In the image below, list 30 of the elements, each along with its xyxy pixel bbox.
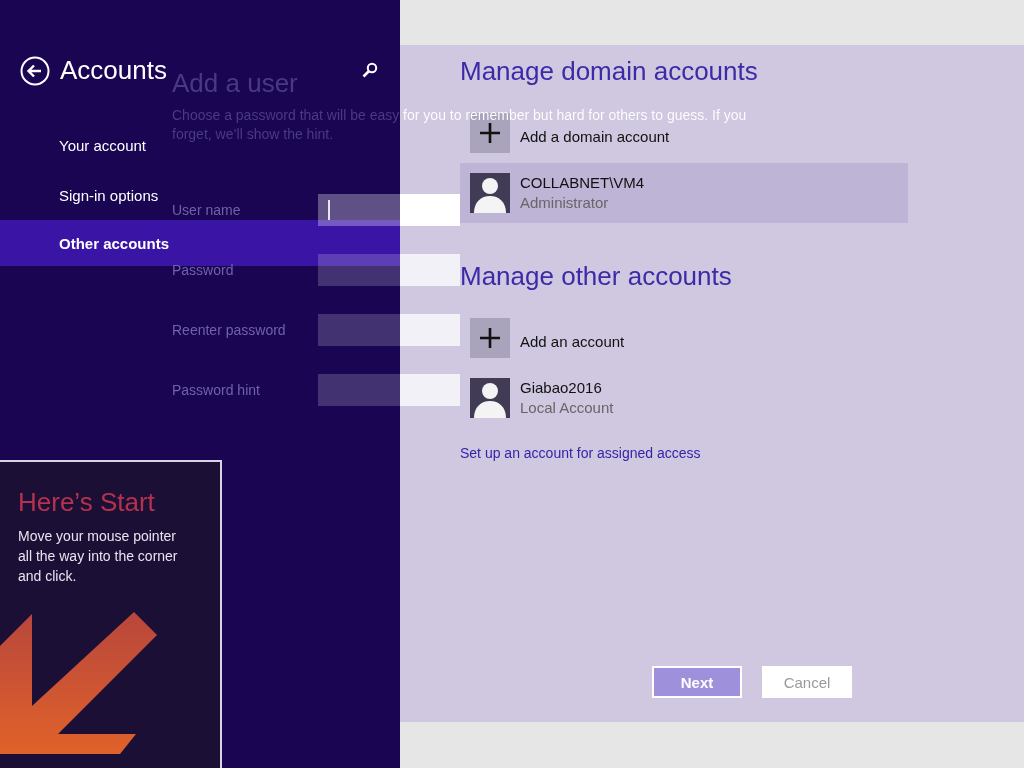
plus-icon — [480, 328, 500, 348]
input-field[interactable] — [318, 314, 460, 346]
section-heading: Manage other accounts — [460, 260, 732, 292]
account-type: Local Account — [520, 398, 614, 418]
account-type: Administrator — [520, 193, 610, 213]
nav-item[interactable]: Sign-in options — [59, 186, 159, 204]
assigned-access-link[interactable]: Set up an account for assigned access — [460, 445, 701, 461]
add-tile[interactable] — [470, 318, 510, 358]
input-field[interactable] — [318, 194, 460, 226]
tip-text: Move your mouse pointer all the way into the corner and click. — [18, 527, 179, 586]
field-label: Password — [172, 262, 235, 278]
field-label: Reenter password — [172, 322, 287, 338]
account-name: Giabao2016 — [520, 378, 603, 398]
input-field[interactable] — [318, 374, 460, 406]
section-heading: Manage domain accounts — [460, 55, 758, 87]
tip-title: Here’s Start — [18, 486, 155, 518]
add-account-link[interactable]: Add an account — [520, 332, 625, 350]
back-icon[interactable] — [20, 56, 50, 86]
account-row[interactable]: COLLABNET\VM4 Administrator — [460, 163, 908, 223]
account-row[interactable]: Giabao2016 Local Account — [460, 368, 908, 428]
pane-title: Accounts — [60, 54, 167, 86]
add-account-link[interactable]: Add a domain account — [520, 127, 670, 145]
account-name: COLLABNET\VM4 — [520, 173, 645, 193]
search-icon[interactable] — [362, 62, 378, 78]
field-label: User name — [172, 202, 242, 218]
input-field[interactable] — [318, 254, 460, 286]
plus-icon — [480, 123, 500, 143]
nav-item[interactable]: Other accounts — [59, 234, 170, 252]
nav-item[interactable]: Your account — [59, 136, 146, 154]
field-label: Password hint — [172, 382, 261, 398]
